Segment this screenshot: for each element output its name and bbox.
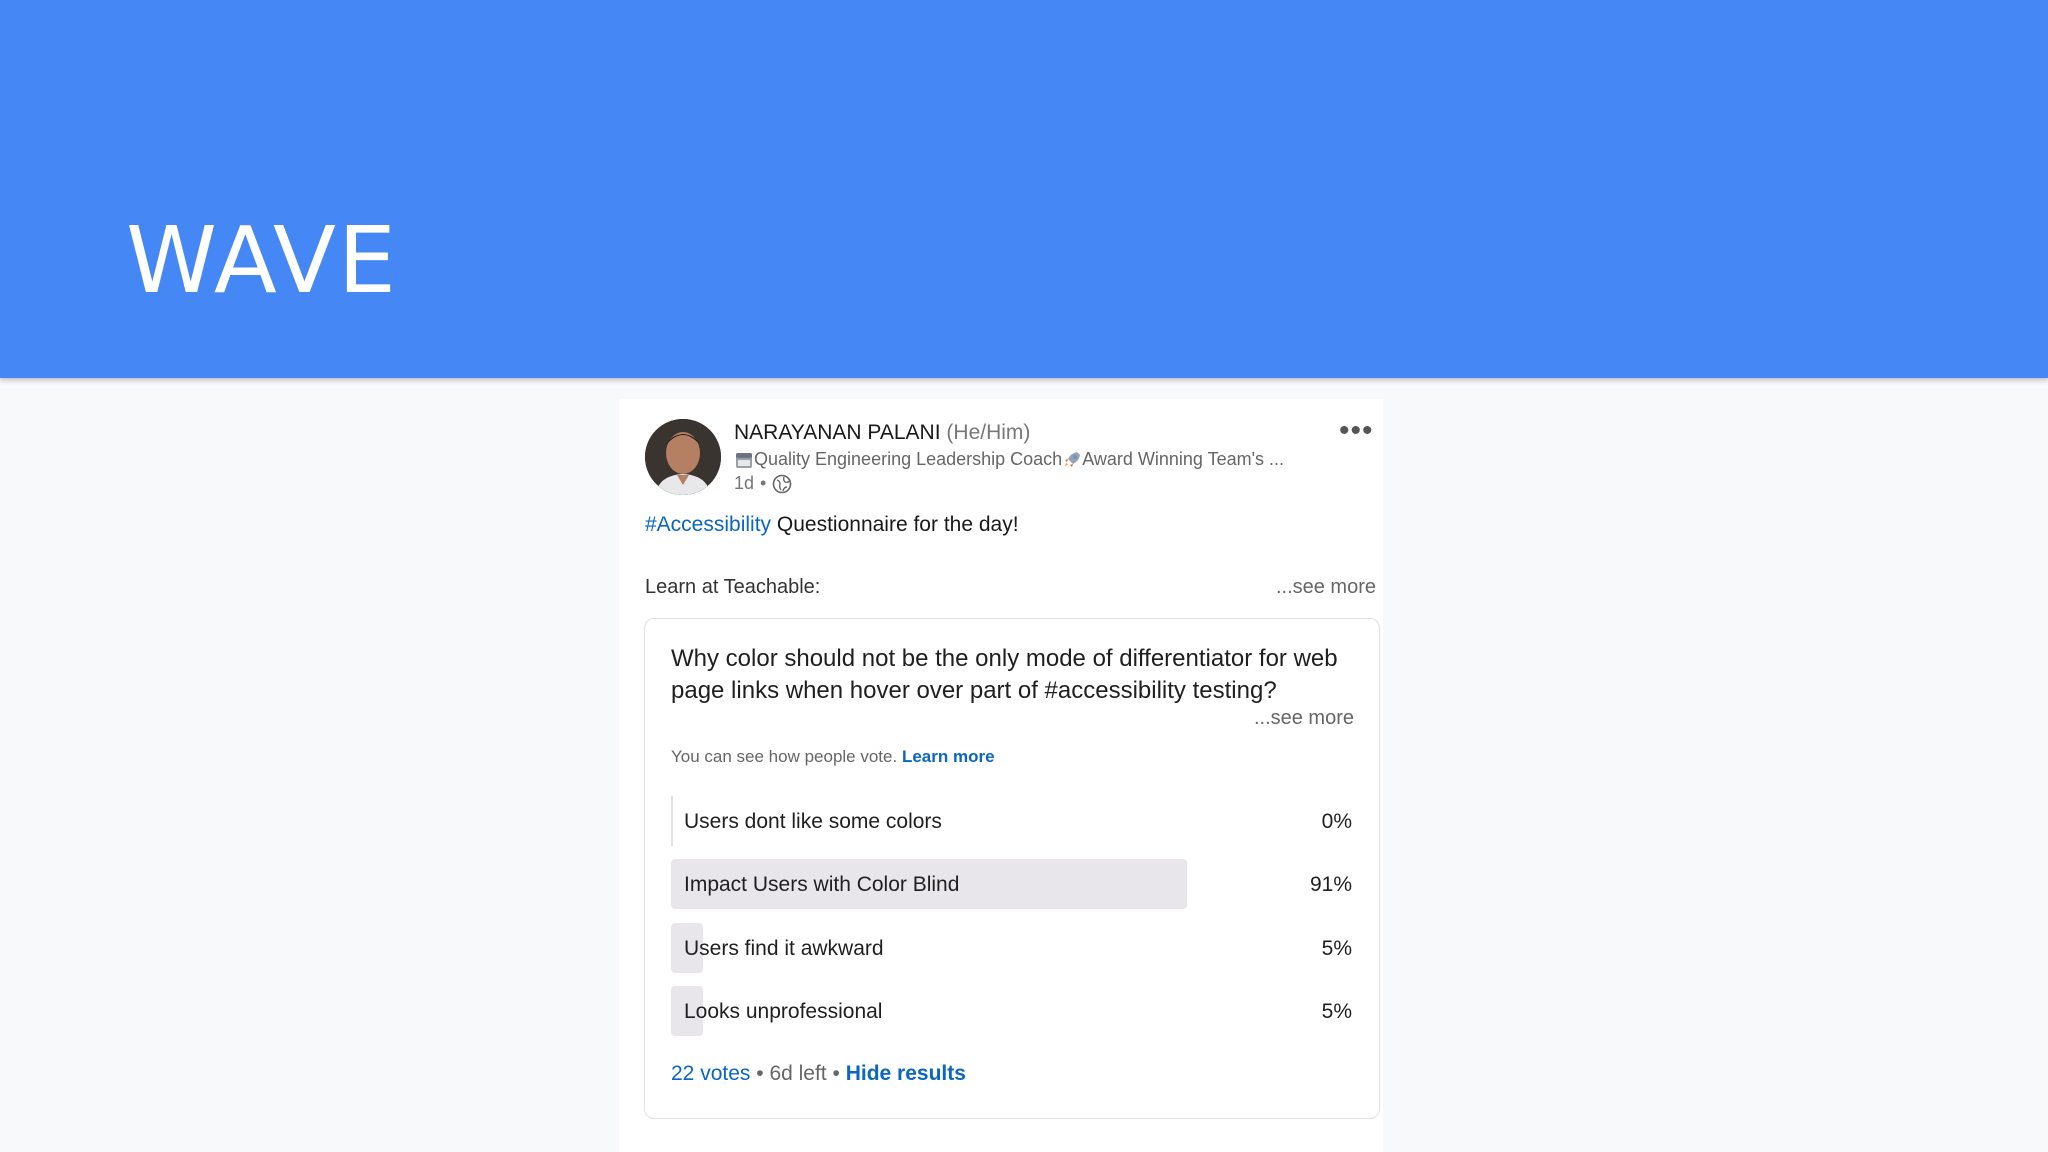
poll-option-label: Users dont like some colors [684,810,942,833]
avatar-photo [645,419,721,495]
learn-more-link[interactable]: Learn more [902,747,995,766]
visibility-note-text: You can see how people vote. [671,747,898,766]
linkedin-post: ••• NARAYANAN PALANI (He/Him) Quality En… [619,399,1383,1152]
poll-visibility-note: You can see how people vote. Learn more [671,747,995,767]
post-text-body: Questionnaire for the day! [776,513,1019,536]
poll-option-label: Users find it awkward [684,937,884,960]
avatar[interactable] [645,419,721,495]
rocket-emoji-icon [1065,451,1081,467]
slide-banner: WAVE [0,0,2048,378]
globe-icon [773,474,792,493]
poll-option-percent: 0% [1321,810,1352,833]
poll-option-4[interactable]: Looks unprofessional 5% [671,986,1352,1036]
hashtag-link[interactable]: #Accessibility [645,513,771,536]
poll-see-more-button[interactable]: ...see more [1254,707,1354,730]
post-meta: 1d • [734,473,792,494]
see-more-button[interactable]: ...see more [1276,576,1376,599]
hide-results-button[interactable]: Hide results [846,1062,966,1085]
poll-option-percent: 5% [1321,937,1352,960]
poll-footer: 22 votes • 6d left • Hide results [671,1062,966,1086]
author-headline: Quality Engineering Leadership Coach Awa… [734,449,1284,470]
author-pronouns: (He/Him) [946,421,1031,444]
time-left: 6d left [769,1062,827,1085]
poll-option-label: Looks unprofessional [684,1000,883,1023]
poll-option-2[interactable]: Impact Users with Color Blind 91% [671,859,1352,909]
more-options-icon[interactable]: ••• [1339,416,1374,446]
poll-option-3[interactable]: Users find it awkward 5% [671,923,1352,973]
post-text: #Accessibility Questionnaire for the day… [645,513,1019,537]
poll-option-label: Impact Users with Color Blind [684,873,960,896]
poll-option-percent: 91% [1309,873,1352,896]
footer-dot: • [832,1062,840,1085]
poll-option-bar [671,796,673,846]
slide-title: WAVE [126,207,399,314]
author-name[interactable]: NARAYANAN PALANI [734,421,941,444]
learn-line: Learn at Teachable: [645,576,821,598]
author-line: NARAYANAN PALANI (He/Him) [734,421,1030,445]
poll-question: Why color should not be the only mode of… [671,645,1338,704]
footer-dot: • [756,1062,764,1085]
poll-card: Why color should not be the only mode of… [644,618,1380,1119]
poll-option-1[interactable]: Users dont like some colors 0% [671,796,1352,846]
headline-text-1: Quality Engineering Leadership Coach [754,449,1063,469]
post-time: 1d [734,473,755,493]
headline-text-2: Award Winning Team's ... [1082,449,1285,469]
votes-link[interactable]: 22 votes [671,1062,750,1085]
meta-separator: • [760,473,767,493]
poll-option-percent: 5% [1321,1000,1352,1023]
calendar-emoji-icon [736,452,752,468]
